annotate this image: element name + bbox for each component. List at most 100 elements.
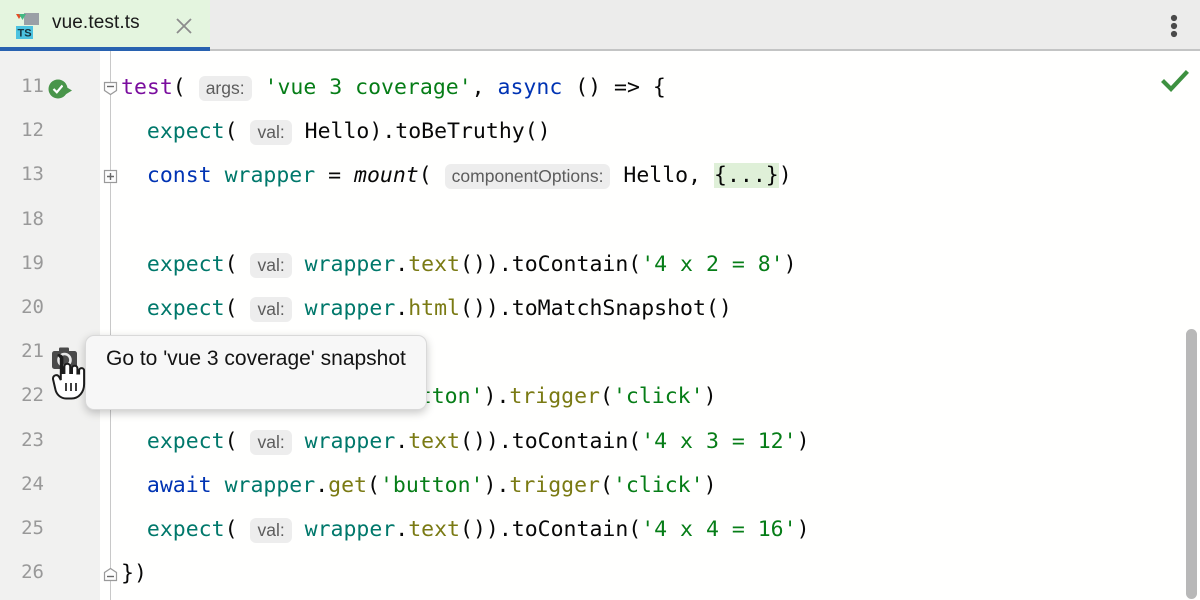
code-token: . <box>395 517 409 542</box>
code-token: wrapper <box>304 251 396 277</box>
code-token: wrapper <box>304 517 396 542</box>
tab-vue-test-ts[interactable]: TS vue.test.ts <box>0 0 210 51</box>
code-token: ( <box>600 384 613 410</box>
code-token: ( <box>172 75 186 100</box>
tooltip-text: Go to 'vue 3 coverage' snapshot <box>106 347 406 370</box>
code-token: . <box>315 472 329 498</box>
code-line[interactable]: expect( val: Hello).toBeTruthy() <box>121 119 551 146</box>
code-token: const <box>146 163 212 189</box>
code-line[interactable]: expect( val: wrapper.html()).toMatchSnap… <box>121 296 732 322</box>
code-token: test <box>121 75 173 100</box>
code-line[interactable]: test( args: 'vue 3 coverage', async () =… <box>121 75 666 101</box>
code-token: expect <box>146 517 225 542</box>
inlay-hint: val: <box>250 297 292 322</box>
code-token: expect <box>146 296 225 321</box>
line-number: 11 <box>21 75 44 97</box>
tooltip-go-to-snapshot: Go to 'vue 3 coverage' snapshot <box>85 335 427 410</box>
code-token: ) <box>703 384 717 410</box>
code-token: = <box>315 163 355 189</box>
close-icon[interactable] <box>172 14 196 38</box>
code-token: . <box>395 296 409 321</box>
code-line[interactable]: }) <box>121 561 147 586</box>
code-token: ()).toContain( <box>460 517 642 542</box>
code-token: ) <box>778 163 792 189</box>
code-token: ) <box>783 251 797 277</box>
code-line[interactable]: expect( val: wrapper.text()).toContain('… <box>121 517 810 543</box>
code-token: ( <box>224 251 238 277</box>
line-number: 22 <box>21 384 44 407</box>
line-number: 23 <box>21 428 44 451</box>
code-token: ( <box>224 428 238 454</box>
code-token: , <box>471 75 498 100</box>
run-test-success-icon[interactable] <box>47 76 75 104</box>
line-number: 26 <box>21 561 44 584</box>
code-token: await <box>146 472 212 498</box>
code-token: get <box>328 472 367 498</box>
line-number: 19 <box>21 251 44 274</box>
vertical-scrollbar-thumb[interactable] <box>1186 329 1197 599</box>
code-line[interactable]: await wrapper.get('button').trigger('cli… <box>121 473 717 498</box>
code-token: ( <box>418 163 432 189</box>
code-token: expect <box>146 119 225 145</box>
line-number: 13 <box>21 163 44 186</box>
code-token: mount <box>354 163 419 189</box>
line-number: 12 <box>21 119 44 142</box>
code-token: text <box>408 428 460 454</box>
inlay-hint: val: <box>250 518 292 543</box>
vue-typescript-file-icon: TS <box>11 10 43 42</box>
code-token: . <box>395 428 409 454</box>
line-number: 20 <box>21 296 44 318</box>
code-token: trigger <box>509 472 600 498</box>
more-vertical-icon[interactable] <box>1160 10 1188 42</box>
code-token: ) <box>796 517 810 542</box>
code-token: '4 x 3 = 12' <box>641 428 797 454</box>
code-token: ) <box>703 472 717 498</box>
code-editor[interactable]: 11 test( args: 'vue 3 coverage', async ()… <box>0 51 1200 600</box>
green-check-icon <box>1160 67 1190 97</box>
code-token: ()).toMatchSnapshot() <box>460 296 732 321</box>
code-line[interactable]: expect( val: wrapper.text()).toContain('… <box>121 251 797 278</box>
inlay-hint: componentOptions: <box>444 164 611 190</box>
fold-collapse-marker[interactable] <box>103 81 118 96</box>
code-token: ( <box>224 119 238 145</box>
code-token: '4 x 4 = 16' <box>641 517 797 542</box>
fold-expand-marker[interactable] <box>103 169 118 184</box>
code-token: 'vue 3 coverage' <box>264 75 472 100</box>
code-token: ). <box>483 472 510 498</box>
code-token: ( <box>224 296 238 321</box>
svg-text:TS: TS <box>17 28 31 40</box>
code-token: . <box>395 251 409 277</box>
inlay-hint: args: <box>198 76 252 101</box>
line-number: 24 <box>21 472 44 495</box>
code-line[interactable]: const wrapper = mount( componentOptions:… <box>121 163 792 190</box>
code-token: '4 x 2 = 8' <box>641 251 784 277</box>
gutter-separator <box>110 51 111 600</box>
code-token: wrapper <box>224 472 316 498</box>
code-token: text <box>408 251 460 277</box>
fold-end-marker[interactable] <box>103 567 118 582</box>
code-token: () => { <box>562 75 666 100</box>
code-line[interactable]: expect( val: wrapper.text()).toContain('… <box>121 428 810 455</box>
code-token: Hello).toBeTruthy() <box>304 119 551 145</box>
code-token: ()).toContain( <box>460 428 642 454</box>
code-token: trigger <box>509 384 600 410</box>
